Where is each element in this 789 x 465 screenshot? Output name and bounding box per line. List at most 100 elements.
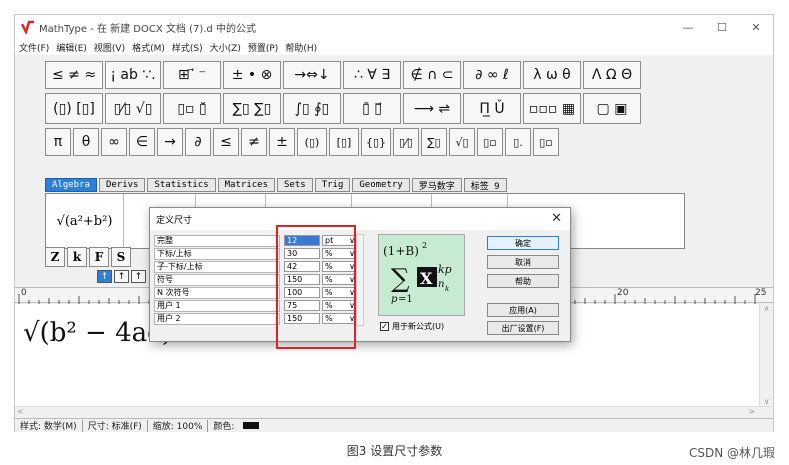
nav-up-icon[interactable]: ↑ bbox=[97, 270, 112, 283]
help-button[interactable]: 帮助 bbox=[487, 274, 559, 288]
tab-algebra[interactable]: Algebra bbox=[45, 178, 97, 192]
status-bar: 样式: 数学(M) 尺寸: 标准(F) 缩放: 100% 颜色: bbox=[15, 418, 773, 432]
vertical-scrollbar[interactable]: ∧ ∨ bbox=[759, 304, 773, 406]
scroll-down-icon[interactable]: ∨ bbox=[760, 397, 773, 406]
spaces-palette-button[interactable]: ¡ ab ∵. bbox=[105, 61, 161, 89]
minimize-button[interactable]: — bbox=[671, 15, 705, 39]
scroll-up-icon[interactable]: ∧ bbox=[760, 304, 773, 313]
partial-button[interactable]: ∂ bbox=[185, 128, 211, 156]
apply-button[interactable]: 应用(A) bbox=[487, 303, 559, 317]
menu-format[interactable]: 格式(M) bbox=[132, 41, 165, 54]
size-table-scrollbar[interactable] bbox=[356, 234, 364, 326]
maximize-button[interactable]: ☐ bbox=[705, 15, 739, 39]
style-button-k[interactable]: k bbox=[67, 247, 87, 267]
menu-edit[interactable]: 编辑(E) bbox=[56, 41, 87, 54]
fraction-button[interactable]: ▯⁄▯ bbox=[393, 128, 419, 156]
brackets-button[interactable]: [▯] bbox=[329, 128, 359, 156]
tab-trig[interactable]: Trig bbox=[314, 178, 351, 192]
dialog-title-bar: 定义尺寸 ✕ bbox=[150, 208, 570, 230]
size-label: 下标/上标 bbox=[154, 247, 280, 260]
braces-button[interactable]: {▯} bbox=[361, 128, 391, 156]
template-palette-row: (▯) [▯] ▯⁄▯ √▯ ▯▫ ▯̆ ∑▯ ∑▯ ∫▯ ∮▯ ▯̄ ▯⃗ ⟶… bbox=[45, 93, 641, 124]
greek-lower-palette-button[interactable]: λ ω θ bbox=[523, 61, 581, 89]
style-button-f[interactable]: F bbox=[89, 247, 109, 267]
style-button-s[interactable]: S bbox=[111, 247, 131, 267]
ruler-start-label: 0 bbox=[21, 288, 27, 298]
close-button[interactable]: ✕ bbox=[739, 15, 773, 39]
sub-superscript-button[interactable]: ▯▫ bbox=[533, 128, 559, 156]
horizontal-scrollbar[interactable]: < > bbox=[15, 406, 773, 418]
tab-matrices[interactable]: Matrices bbox=[217, 178, 275, 192]
relations-palette-button[interactable]: ≤ ≠ ≈ bbox=[45, 61, 103, 89]
bar-palette-button[interactable]: ▯̄ ▯⃗ bbox=[343, 93, 401, 124]
labeled-arrow-palette-button[interactable]: ⟶ ⇌ bbox=[403, 93, 461, 124]
dialog-close-icon[interactable]: ✕ bbox=[551, 211, 562, 226]
logic-palette-button[interactable]: ∴ ∀ ∃ bbox=[343, 61, 401, 89]
not-equal-button[interactable]: ≠ bbox=[241, 128, 267, 156]
less-equal-button[interactable]: ≤ bbox=[213, 128, 239, 156]
svg-text:2: 2 bbox=[422, 241, 427, 250]
menu-style[interactable]: 样式(S) bbox=[172, 41, 203, 54]
menu-size[interactable]: 大小(Z) bbox=[210, 41, 241, 54]
tab-sets[interactable]: Sets bbox=[277, 178, 313, 192]
summation-button[interactable]: ∑▯ bbox=[421, 128, 447, 156]
title-bar: MathType - 在 新建 DOCX 文档 (7).d 中的公式 — ☐ ✕ bbox=[15, 15, 773, 39]
tab-roman-numerals[interactable]: 罗马数字 bbox=[411, 178, 462, 192]
misc-palette-button[interactable]: ∂ ∞ ℓ bbox=[463, 61, 521, 89]
scroll-right-icon[interactable]: > bbox=[748, 407, 755, 416]
menu-help[interactable]: 帮助(H) bbox=[285, 41, 317, 54]
arrows-palette-button[interactable]: →⇔↓ bbox=[283, 61, 341, 89]
ok-button[interactable]: 确定 bbox=[487, 236, 559, 250]
pi-button[interactable]: π bbox=[45, 128, 71, 156]
box-palette-button[interactable]: ▢ ▣ bbox=[583, 93, 641, 124]
menu-preferences[interactable]: 预置(P) bbox=[248, 41, 278, 54]
script-palette-button[interactable]: ▯▫ ▯̆ bbox=[163, 93, 221, 124]
embellishments-palette-button[interactable]: ⊞ ⃗ ⁻ bbox=[163, 61, 221, 89]
status-zoom: 缩放: 100% bbox=[148, 419, 209, 432]
fraction-palette-button[interactable]: ▯⁄▯ √▯ bbox=[105, 93, 161, 124]
parentheses-button[interactable]: (▯) bbox=[297, 128, 327, 156]
element-of-button[interactable]: ∈ bbox=[129, 128, 155, 156]
highlight-box bbox=[276, 225, 356, 349]
fence-palette-button[interactable]: (▯) [▯] bbox=[45, 93, 103, 124]
template-hypotenuse[interactable]: √(a²+b²) bbox=[46, 194, 124, 248]
ruler-mid-label: 20 bbox=[617, 288, 629, 298]
superscript-button[interactable]: ▯▫ bbox=[477, 128, 503, 156]
use-for-new-checkbox[interactable]: ✓ bbox=[380, 322, 389, 331]
scroll-left-icon[interactable]: < bbox=[17, 407, 24, 416]
tab-derivs[interactable]: Derivs bbox=[98, 178, 146, 192]
sum-palette-button[interactable]: ∑▯ ∑▯ bbox=[223, 93, 281, 124]
tab-statistics[interactable]: Statistics bbox=[147, 178, 216, 192]
size-label: N 次符号 bbox=[154, 286, 280, 299]
factory-settings-button[interactable]: 出厂设置(F) bbox=[487, 321, 559, 335]
matrix-palette-button[interactable]: ▫▫▫ ▦ bbox=[523, 93, 581, 124]
tab-geometry[interactable]: Geometry bbox=[352, 178, 410, 192]
mathtype-logo-icon bbox=[21, 20, 34, 34]
right-arrow-button[interactable]: → bbox=[157, 128, 183, 156]
svg-text:kp: kp bbox=[438, 263, 452, 276]
use-for-new-row: ✓ 用于新公式(U) bbox=[380, 321, 444, 332]
cancel-button[interactable]: 取消 bbox=[487, 255, 559, 269]
quick-symbol-row: π θ ∞ ∈ → ∂ ≤ ≠ ± (▯) [▯] {▯} ▯⁄▯ ∑▯ √▯ … bbox=[45, 128, 559, 156]
integral-palette-button[interactable]: ∫▯ ∮▯ bbox=[283, 93, 341, 124]
theta-button[interactable]: θ bbox=[73, 128, 99, 156]
style-button-z[interactable]: Z bbox=[45, 247, 65, 267]
menu-file[interactable]: 文件(F) bbox=[19, 41, 49, 54]
symbol-palette-row: ≤ ≠ ≈ ¡ ab ∵. ⊞ ⃗ ⁻ ± • ⊗ →⇔↓ ∴ ∀ ∃ ∉ ∩ … bbox=[45, 61, 641, 89]
menu-view[interactable]: 视图(V) bbox=[94, 41, 125, 54]
plus-minus-button[interactable]: ± bbox=[269, 128, 295, 156]
operators-palette-button[interactable]: ± • ⊗ bbox=[223, 61, 281, 89]
figure-caption: 图3 设置尺寸参数 bbox=[346, 444, 443, 458]
infinity-button[interactable]: ∞ bbox=[101, 128, 127, 156]
status-size: 尺寸: 标准(F) bbox=[83, 419, 148, 432]
sqrt-button[interactable]: √▯ bbox=[449, 128, 475, 156]
sets-palette-button[interactable]: ∉ ∩ ⊂ bbox=[403, 61, 461, 89]
tab-label-9[interactable]: 标签 9 bbox=[463, 178, 507, 192]
ruler-end-label: 25 bbox=[755, 288, 767, 298]
subscript-button[interactable]: ▯. bbox=[505, 128, 531, 156]
nav-up-icon[interactable]: ↑ bbox=[114, 270, 129, 283]
nav-up-icon[interactable]: ↑ bbox=[131, 270, 146, 283]
greek-upper-palette-button[interactable]: Λ Ω Θ bbox=[583, 61, 641, 89]
status-color-swatch[interactable] bbox=[243, 422, 260, 429]
product-palette-button[interactable]: Π̲ Ǔ bbox=[463, 93, 521, 124]
